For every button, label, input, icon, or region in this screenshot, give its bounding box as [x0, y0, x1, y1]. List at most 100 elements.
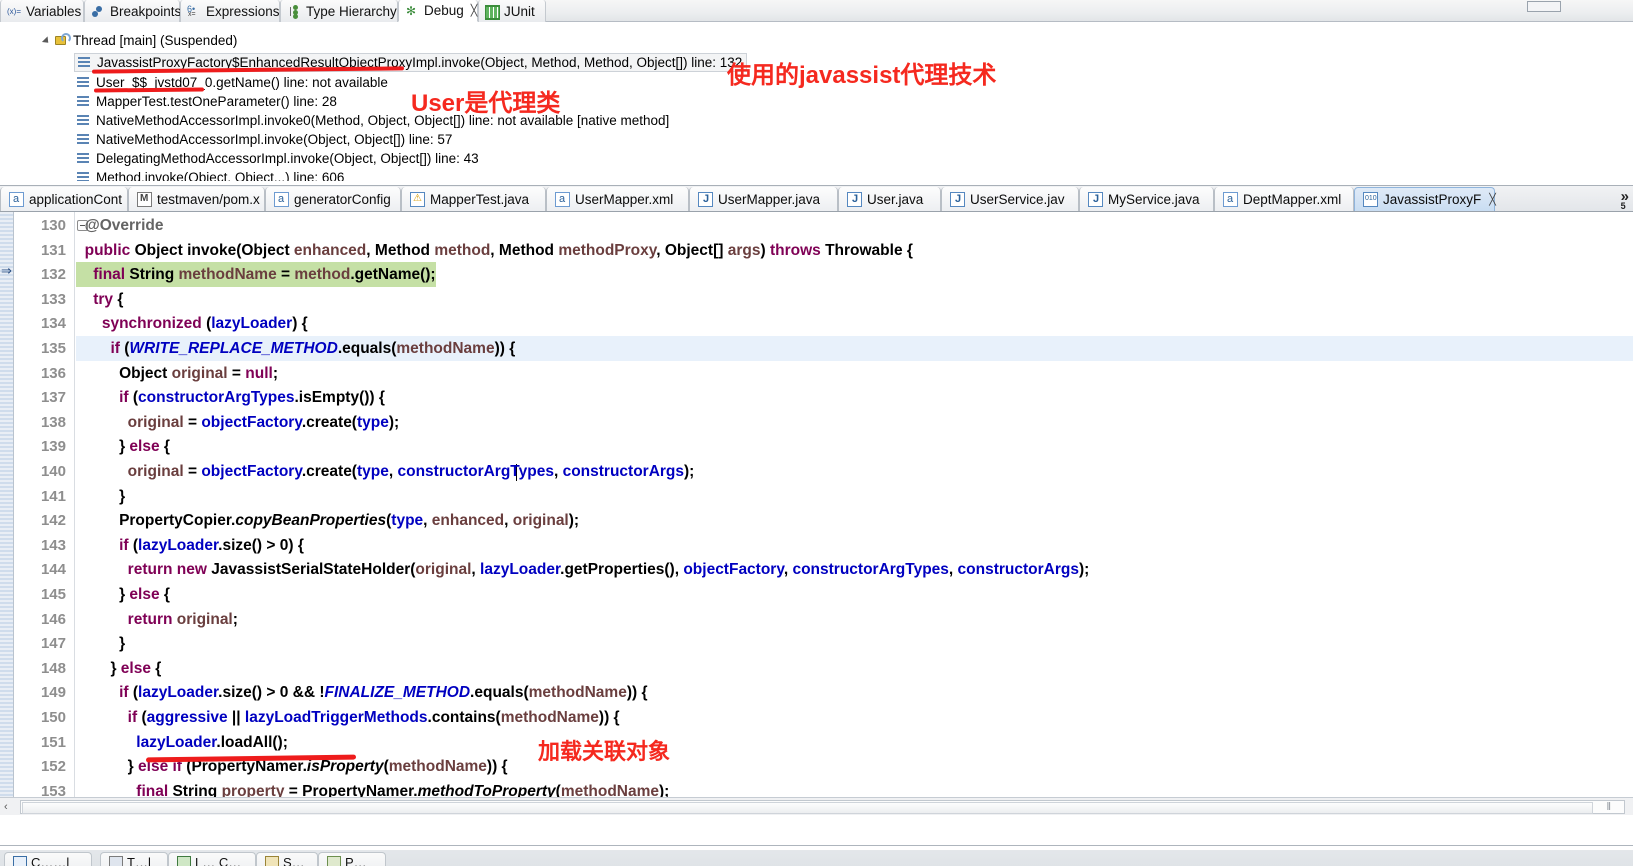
code-token: Throwable	[825, 241, 907, 259]
editor-tab-pom[interactable]: testmaven/pom.x	[128, 187, 265, 212]
code-token: Method	[374, 241, 435, 259]
code-token: methodName	[396, 340, 495, 357]
expand-twisty-icon[interactable]	[41, 35, 52, 46]
close-icon[interactable]: ╳	[471, 4, 478, 17]
code-token: ,	[366, 241, 375, 259]
code-line[interactable]: return original;	[76, 607, 1633, 632]
code-line[interactable]: }	[76, 631, 1633, 656]
tab-debug[interactable]: Debug ╳	[398, 0, 478, 22]
stack-frame-row[interactable]: NativeMethodAccessorImpl.invoke(Object, …	[76, 130, 452, 149]
editor-tab-UserService[interactable]: UserService.jav	[941, 187, 1079, 212]
code-token: methodName	[500, 709, 599, 726]
tab-variables[interactable]: Variables	[0, 0, 84, 22]
code-line[interactable]: PropertyCopier.copyBeanProperties(type, …	[76, 508, 1633, 533]
code-token: }	[76, 438, 130, 456]
code-line[interactable]: public Object invoke(Object enhanced, Me…	[76, 238, 1633, 263]
tab-breakpoints[interactable]: Breakpoints	[84, 0, 181, 22]
code-line[interactable]: } else {	[76, 656, 1633, 681]
editor-tab-DeptMapper[interactable]: DeptMapper.xml	[1214, 187, 1354, 212]
editor-tab-User[interactable]: User.java	[838, 187, 941, 212]
editor-line-number-gutter[interactable]: 130 131 132 133 134 135 136 137 138 139 140 141 142 1…	[15, 212, 88, 815]
code-token: constructorArgs	[562, 463, 685, 480]
editor-tab-overflow-button[interactable]: » 5	[1621, 188, 1629, 211]
code-token: ;	[232, 610, 238, 628]
stack-frame-row[interactable]: DelegatingMethodAccessorImpl.invoke(Obje…	[76, 149, 479, 168]
code-line[interactable]: } else {	[76, 582, 1633, 607]
editor-tab-label: applicationCont	[29, 192, 123, 207]
code-token: )) {	[626, 684, 648, 702]
tab-type-hierarchy[interactable]: Type Hierarchy	[280, 0, 398, 22]
tab-type-hierarchy-label: Type Hierarchy	[306, 3, 397, 19]
editor-code-area[interactable]: @Override public Object invoke(Object en…	[76, 212, 1633, 815]
stack-frame-row[interactable]: MapperTest.testOneParameter() line: 28	[76, 92, 337, 111]
tab-expressions[interactable]: Expressions	[180, 0, 280, 22]
code-line[interactable]: } else {	[76, 434, 1633, 459]
code-line[interactable]: original = objectFactory.create(type);	[76, 410, 1633, 435]
code-token: .equals(	[337, 340, 397, 357]
editor-tab-UserMapperJava[interactable]: UserMapper.java	[689, 187, 838, 212]
code-line[interactable]: @Override	[76, 213, 1633, 238]
code-token: lazyLoader	[76, 733, 217, 751]
line-number: 135	[40, 340, 66, 357]
code-token: aggressive	[146, 709, 228, 726]
code-line[interactable]: final String methodName = method.getName…	[76, 262, 1633, 288]
stack-frame-label: NativeMethodAccessorImpl.invoke0(Method,…	[96, 113, 670, 128]
code-line[interactable]: if (constructorArgTypes.isEmpty()) {	[76, 385, 1633, 410]
code-token: else	[120, 659, 151, 677]
java-file-icon	[1088, 192, 1103, 207]
code-token: .getProperties(),	[560, 561, 684, 579]
code-token: constructorArgTypes	[138, 389, 295, 407]
stack-frame-row[interactable]: NativeMethodAccessorImpl.invoke0(Method,…	[76, 111, 669, 130]
code-line[interactable]: return new JavassistSerialStateHolder(or…	[76, 557, 1633, 582]
bottom-tab-problems[interactable]: P…	[318, 852, 386, 866]
scroll-left-arrow-icon[interactable]: ‹	[4, 801, 8, 813]
scrollbar-track[interactable]	[20, 800, 1625, 814]
java-file-icon	[950, 192, 965, 207]
bottom-tab-snippets[interactable]: S…	[256, 852, 318, 866]
code-token: copyBeanProperties	[235, 512, 387, 530]
code-line[interactable]: synchronized (lazyLoader) {	[76, 311, 1633, 336]
code-line[interactable]: lazyLoader.loadAll();	[76, 730, 1633, 755]
editor-marker-ruler[interactable]	[0, 212, 14, 815]
code-line[interactable]: }	[76, 484, 1633, 509]
code-line[interactable]: try {	[76, 287, 1633, 312]
xml-file-icon	[1223, 192, 1238, 207]
code-token: }	[76, 586, 130, 603]
editor-tab-MapperTest[interactable]: MapperTest.java	[401, 187, 546, 212]
line-number: 133	[40, 290, 66, 308]
java-file-icon	[698, 192, 713, 207]
editor-tab-UserMapperXml[interactable]: UserMapper.xml	[546, 187, 689, 212]
editor-tab-MyService[interactable]: MyService.java	[1079, 187, 1214, 212]
stack-frame-icon	[76, 170, 91, 181]
line-number: 142	[40, 512, 66, 530]
code-token: JavassistSerialStateHolder	[211, 561, 411, 579]
code-token: .size() > 0) {	[218, 536, 304, 554]
editor-tabbar: applicationCont testmaven/pom.x generato…	[0, 185, 1633, 212]
editor-tab-JavassistProxyFactory[interactable]: JavassistProxyF ╳	[1354, 187, 1496, 212]
bottom-tab-debug-shell[interactable]: L… C…	[168, 852, 256, 866]
editor-tab-generatorConfig[interactable]: generatorConfig	[265, 187, 401, 212]
bottom-tab-console[interactable]: C……l	[4, 852, 92, 866]
code-line[interactable]: if (lazyLoader.size() > 0 && !FINALIZE_M…	[76, 680, 1633, 705]
code-line[interactable]: if (aggressive || lazyLoadTriggerMethods…	[76, 705, 1633, 730]
code-editor[interactable]: 130 131 132 133 134 135 136 137 138 139 140 141 142 1…	[0, 211, 1633, 815]
editor-horizontal-scrollbar[interactable]: ‹ ‖	[0, 797, 1633, 815]
code-token: Object	[76, 364, 172, 382]
code-token: return new	[76, 561, 212, 579]
stack-frame-row[interactable]: Method.invoke(Object, Object...) line: 6…	[76, 168, 344, 181]
close-icon[interactable]: ╳	[1489, 193, 1496, 206]
code-line[interactable]: if (WRITE_REPLACE_METHOD.equals(methodNa…	[76, 336, 1633, 481]
code-token: else	[129, 438, 160, 456]
code-line[interactable]: if (lazyLoader.size() > 0) {	[76, 533, 1633, 558]
code-token: ,	[490, 241, 499, 259]
bottom-tab-tasks[interactable]: T…l	[100, 852, 168, 866]
code-token: original	[76, 413, 184, 431]
line-number: 151	[40, 733, 66, 751]
scrollbar-thumb[interactable]	[22, 802, 1593, 814]
code-line[interactable]: Object original = null;	[76, 361, 1633, 386]
tab-junit[interactable]: JUnit	[478, 0, 546, 22]
code-line[interactable]: original = objectFactory.create(type, co…	[76, 459, 1633, 484]
debug-thread-row[interactable]: Thread [main] (Suspended)	[41, 31, 237, 50]
bottom-view-tabbar: C……l T…l L… C… S… P…	[0, 845, 1633, 866]
editor-tab-applicationCont[interactable]: applicationCont	[0, 187, 128, 212]
